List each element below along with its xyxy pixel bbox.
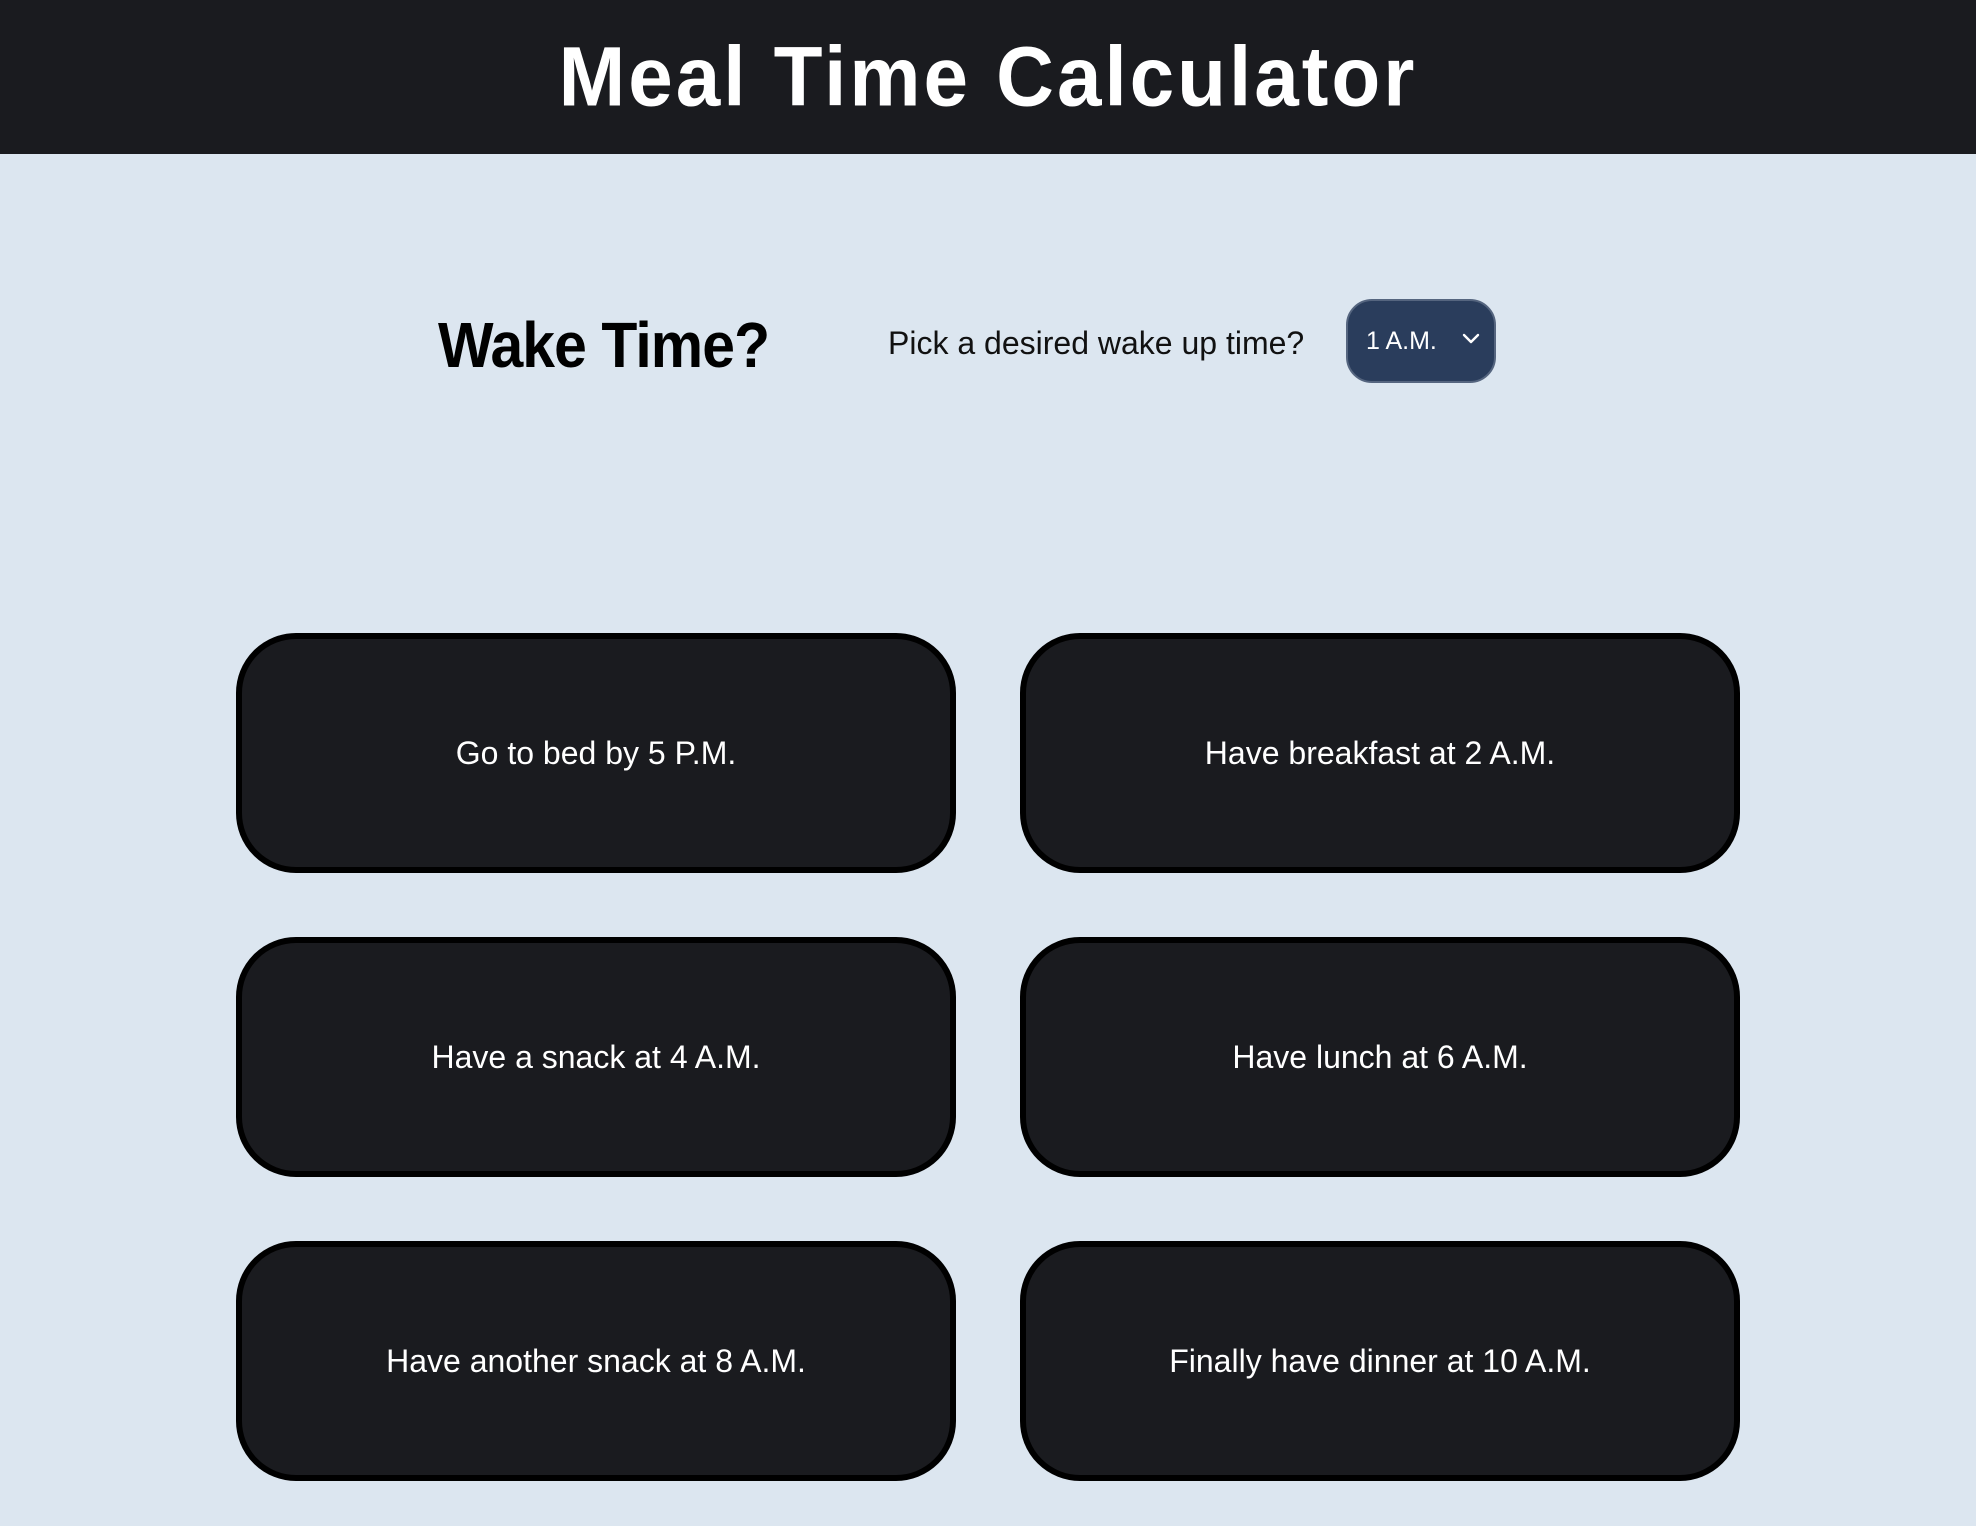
wake-time-heading: Wake Time? xyxy=(438,309,770,381)
second-snack-card: Have another snack at 8 A.M. xyxy=(236,1241,956,1481)
page-header: Meal Time Calculator xyxy=(0,0,1976,154)
wake-time-select[interactable]: 1 A.M. xyxy=(1346,299,1496,383)
dinner-text: Finally have dinner at 10 A.M. xyxy=(1169,1342,1591,1379)
chevron-down-icon xyxy=(1462,333,1480,344)
snack-card: Have a snack at 4 A.M. xyxy=(236,937,956,1177)
snack-text: Have a snack at 4 A.M. xyxy=(431,1038,761,1075)
dinner-card: Finally have dinner at 10 A.M. xyxy=(1020,1241,1740,1481)
lunch-card: Have lunch at 6 A.M. xyxy=(1020,937,1740,1177)
breakfast-card: Have breakfast at 2 A.M. xyxy=(1020,633,1740,873)
breakfast-text: Have breakfast at 2 A.M. xyxy=(1204,734,1556,771)
second-snack-text: Have another snack at 8 A.M. xyxy=(386,1342,806,1379)
wake-time-prompt: Pick a desired wake up time? xyxy=(888,325,1305,361)
bedtime-card: Go to bed by 5 P.M. xyxy=(236,633,956,873)
bedtime-text: Go to bed by 5 P.M. xyxy=(455,734,737,771)
lunch-text: Have lunch at 6 A.M. xyxy=(1232,1038,1528,1075)
wake-time-selected-value: 1 A.M. xyxy=(1366,326,1437,355)
app-title: Meal Time Calculator xyxy=(558,29,1418,124)
